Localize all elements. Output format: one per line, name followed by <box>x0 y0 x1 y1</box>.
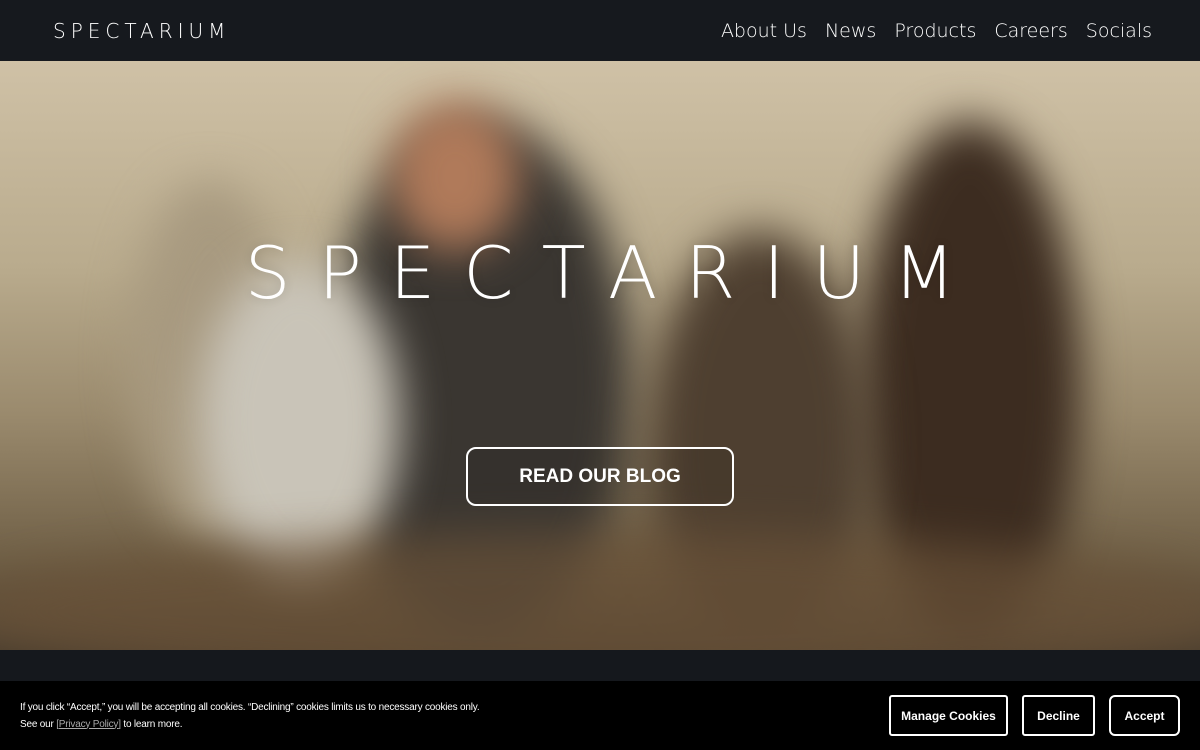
hero-logo: SPECTARIUM <box>244 231 984 315</box>
nav-careers[interactable]: Careers <box>994 20 1067 42</box>
site-header: SPECTARIUM About Us News Products Career… <box>0 0 1200 61</box>
nav-news[interactable]: News <box>825 20 876 42</box>
accept-cookies-button[interactable]: Accept <box>1109 695 1180 736</box>
cookie-banner: If you click “Accept,” you will be accep… <box>0 681 1200 750</box>
cookie-message-line2: See our [Privacy Policy] to learn more. <box>20 716 479 733</box>
hero-bg-face <box>390 101 520 251</box>
cookie-actions: Manage Cookies Decline Accept <box>889 695 1180 736</box>
cookie-message: If you click “Accept,” you will be accep… <box>20 699 480 733</box>
nav-socials[interactable]: Socials <box>1086 20 1152 42</box>
content-band <box>0 650 1200 681</box>
read-blog-button[interactable]: READ OUR BLOG <box>466 447 734 506</box>
cookie-message-line1: If you click “Accept,” you will be accep… <box>20 701 480 713</box>
decline-cookies-button[interactable]: Decline <box>1022 695 1095 736</box>
privacy-policy-link[interactable]: [Privacy Policy] <box>56 719 121 730</box>
header-logo[interactable]: SPECTARIUM <box>53 19 230 43</box>
main-nav: About Us News Products Careers Socials <box>721 20 1152 42</box>
cookie-line2-post: to learn more. <box>120 718 183 730</box>
hero-banner: SPECTARIUM READ OUR BLOG <box>0 61 1200 650</box>
nav-products[interactable]: Products <box>894 20 976 42</box>
cookie-line2-pre: See our <box>20 718 57 730</box>
manage-cookies-button[interactable]: Manage Cookies <box>889 695 1008 736</box>
nav-about-us[interactable]: About Us <box>721 20 807 42</box>
